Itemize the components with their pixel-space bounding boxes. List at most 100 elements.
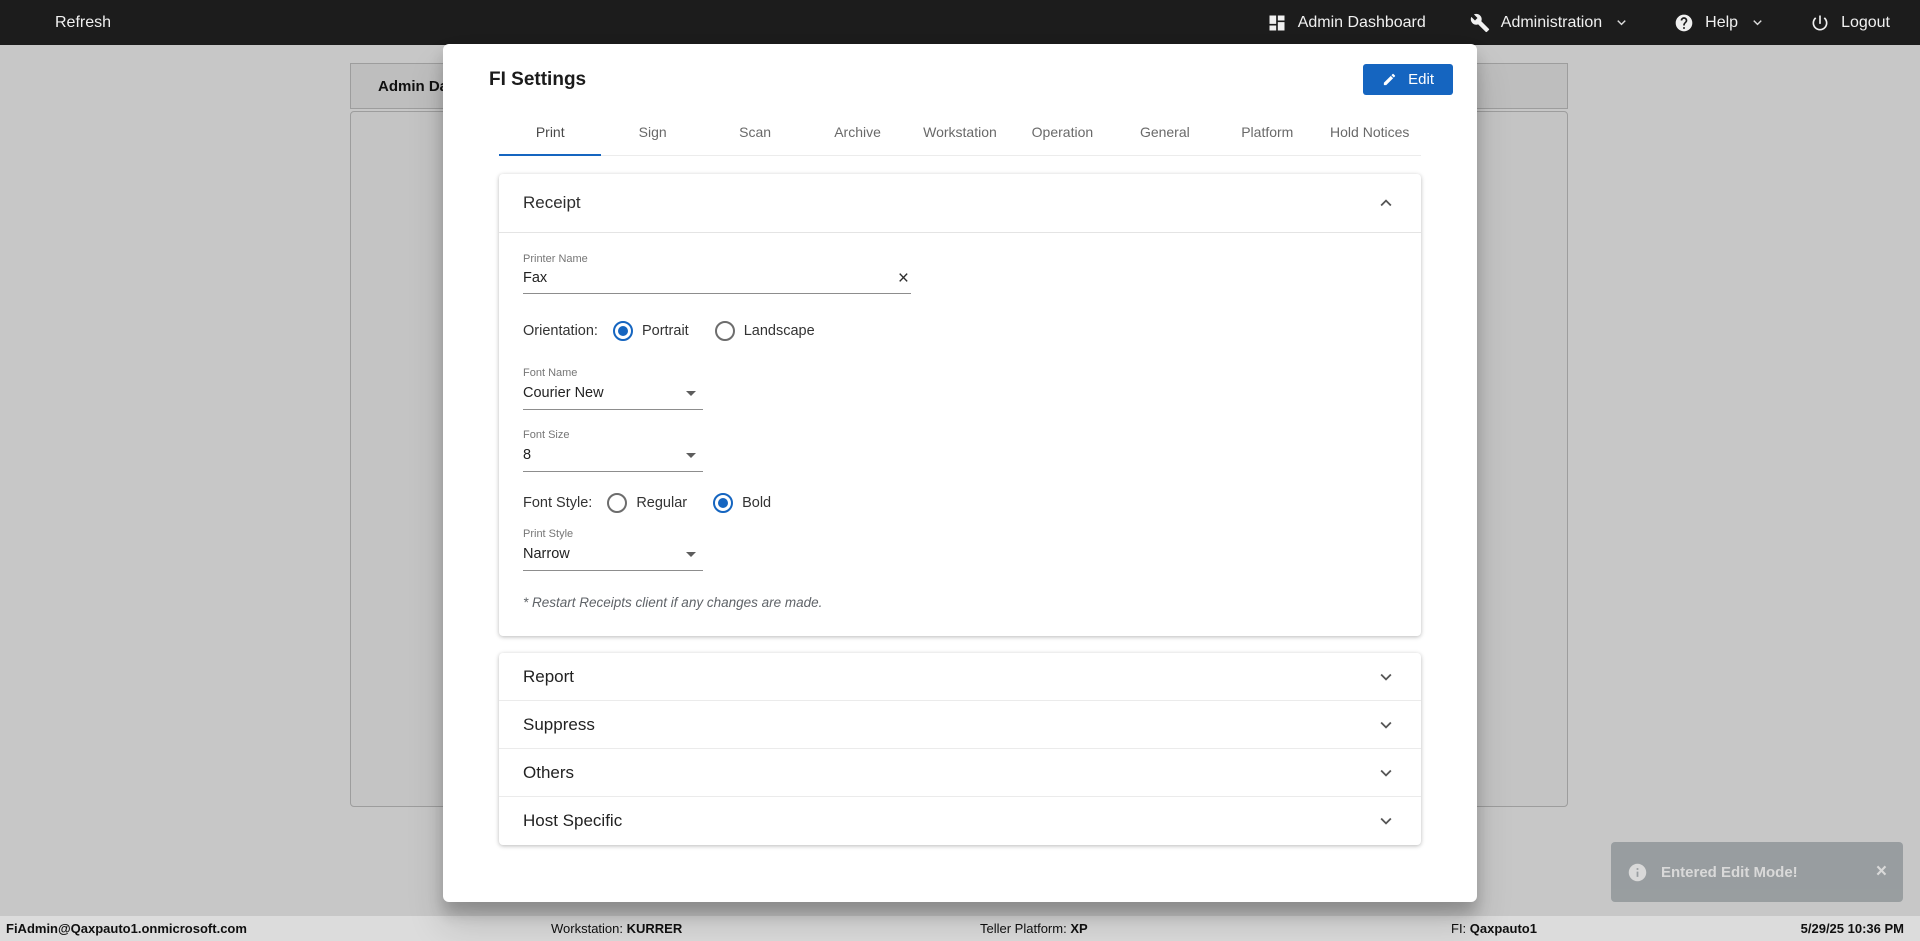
receipt-panel-header[interactable]: Receipt <box>499 174 1421 232</box>
top-navigation-bar: Refresh Admin Dashboard Administration H… <box>0 0 1920 45</box>
chevron-up-icon[interactable] <box>1375 192 1397 214</box>
toast-close-icon[interactable]: × <box>1876 861 1887 883</box>
logout-button[interactable]: Logout <box>1810 13 1890 33</box>
tab-sign[interactable]: Sign <box>601 109 703 155</box>
clear-icon[interactable]: × <box>898 269 909 288</box>
print-style-label: Print Style <box>523 528 574 540</box>
section-host-specific[interactable]: Host Specific <box>499 797 1421 845</box>
refresh-label: Refresh <box>55 13 112 31</box>
tab-platform[interactable]: Platform <box>1216 109 1318 155</box>
status-workstation: Workstation: KURRER <box>551 916 682 941</box>
font-style-regular-label: Regular <box>636 495 688 511</box>
font-size-field: Font Size 8 <box>523 429 1397 472</box>
status-teller-platform: Teller Platform: XP <box>980 916 1088 941</box>
chevron-down-icon <box>1753 20 1762 26</box>
tab-archive[interactable]: Archive <box>806 109 908 155</box>
radio-unselected-icon[interactable] <box>714 321 735 341</box>
dashboard-grid-icon <box>1269 15 1285 30</box>
font-style-label: Font Style: <box>523 495 593 511</box>
chevron-down-icon[interactable] <box>1375 666 1397 688</box>
workstation-value: KURRER <box>626 921 683 936</box>
printer-name-input[interactable]: Fax × <box>523 269 911 294</box>
status-fi: FI: Qaxpauto1 <box>1451 916 1537 941</box>
settings-tab-bar: Print Sign Scan Archive Workstation Oper… <box>499 109 1421 156</box>
print-style-value: Narrow <box>523 546 570 562</box>
font-name-label: Font Name <box>523 367 578 379</box>
edit-button[interactable]: Edit <box>1363 64 1453 95</box>
tab-workstation[interactable]: Workstation <box>909 109 1011 155</box>
section-others-title: Others <box>523 762 575 782</box>
tab-hold-notices[interactable]: Hold Notices <box>1319 109 1421 155</box>
printer-name-value: Fax <box>523 270 548 286</box>
orientation-label: Orientation: <box>523 323 598 339</box>
orientation-portrait-label: Portrait <box>641 323 689 339</box>
receipt-panel: Receipt Printer Name Fax × Orientation: … <box>499 174 1421 636</box>
printer-name-label: Printer Name <box>523 253 588 265</box>
chevron-down-icon[interactable] <box>1375 762 1397 784</box>
radio-selected-icon[interactable] <box>713 493 734 513</box>
workstation-label: Workstation: <box>551 921 627 936</box>
help-menu[interactable]: Help <box>1674 13 1766 33</box>
orientation-radio-portrait[interactable]: Portrait <box>612 321 689 341</box>
section-report[interactable]: Report <box>499 653 1421 701</box>
chevron-down-icon <box>1617 20 1626 26</box>
orientation-row: Orientation: Portrait Landscape <box>523 321 1397 341</box>
tab-print[interactable]: Print <box>499 109 602 156</box>
status-bar: FiAdmin@Qaxpauto1.onmicrosoft.com Workst… <box>0 916 1920 941</box>
section-others[interactable]: Others <box>499 749 1421 797</box>
admin-dashboard-label: Admin Dashboard <box>1297 13 1426 31</box>
power-icon <box>1812 15 1828 30</box>
status-user: FiAdmin@Qaxpauto1.onmicrosoft.com <box>6 921 247 936</box>
font-size-label: Font Size <box>523 429 570 441</box>
dropdown-caret-icon <box>686 390 696 396</box>
print-style-select[interactable]: Narrow <box>523 545 703 571</box>
font-style-radio-regular[interactable]: Regular <box>607 493 687 513</box>
radio-selected-icon[interactable] <box>612 321 633 341</box>
chevron-down-icon[interactable] <box>1375 810 1397 832</box>
font-name-value: Courier New <box>523 385 604 401</box>
dialog-header: FI Settings Edit <box>443 44 1477 105</box>
wrench-icon <box>1470 13 1489 32</box>
radio-unselected-icon[interactable] <box>607 493 628 513</box>
dropdown-caret-icon <box>686 452 696 458</box>
teller-platform-label: Teller Platform: <box>980 921 1071 936</box>
fi-value: Qaxpauto1 <box>1469 921 1537 936</box>
info-icon <box>1628 863 1647 881</box>
section-suppress[interactable]: Suppress <box>499 701 1421 749</box>
admin-dashboard-menu[interactable]: Admin Dashboard <box>1267 13 1426 33</box>
tab-scan[interactable]: Scan <box>704 109 806 155</box>
chevron-down-icon[interactable] <box>1375 714 1397 736</box>
fi-settings-dialog: FI Settings Edit Print Sign Scan Archive… <box>443 44 1477 902</box>
administration-menu[interactable]: Administration <box>1470 13 1630 33</box>
print-style-field: Print Style Narrow <box>523 528 1397 571</box>
receipt-panel-title: Receipt <box>523 193 581 212</box>
section-suppress-title: Suppress <box>523 714 595 734</box>
collapsed-sections-panel: Report Suppress Others Host Specific <box>499 653 1421 845</box>
font-name-select[interactable]: Courier New <box>523 384 703 410</box>
edit-button-label: Edit <box>1408 71 1434 88</box>
font-style-radio-bold[interactable]: Bold <box>713 493 771 513</box>
help-icon <box>1675 14 1693 31</box>
teller-platform-value: XP <box>1070 921 1088 936</box>
font-style-bold-label: Bold <box>742 495 772 511</box>
dropdown-caret-icon <box>686 551 696 557</box>
font-size-value: 8 <box>523 447 532 463</box>
logout-label: Logout <box>1841 13 1890 31</box>
toast-notification: Entered Edit Mode! × <box>1611 842 1903 902</box>
tab-general[interactable]: General <box>1114 109 1216 155</box>
font-name-field: Font Name Courier New <box>523 367 1397 410</box>
section-host-specific-title: Host Specific <box>523 811 623 830</box>
receipt-panel-content: Printer Name Fax × Orientation: Portrait… <box>499 233 1421 636</box>
orientation-landscape-label: Landscape <box>743 323 815 339</box>
administration-label: Administration <box>1500 13 1603 31</box>
help-label: Help <box>1705 13 1739 31</box>
section-report-title: Report <box>523 666 575 686</box>
status-datetime: 5/29/25 10:36 PM <box>1800 921 1904 936</box>
refresh-button[interactable]: Refresh <box>0 14 111 32</box>
restart-note: * Restart Receipts client if any changes… <box>523 595 823 610</box>
font-size-select[interactable]: 8 <box>523 446 703 472</box>
tab-operation[interactable]: Operation <box>1011 109 1113 155</box>
dialog-title: FI Settings <box>489 68 587 90</box>
orientation-radio-landscape[interactable]: Landscape <box>714 321 815 341</box>
toast-message: Entered Edit Mode! <box>1661 863 1798 881</box>
